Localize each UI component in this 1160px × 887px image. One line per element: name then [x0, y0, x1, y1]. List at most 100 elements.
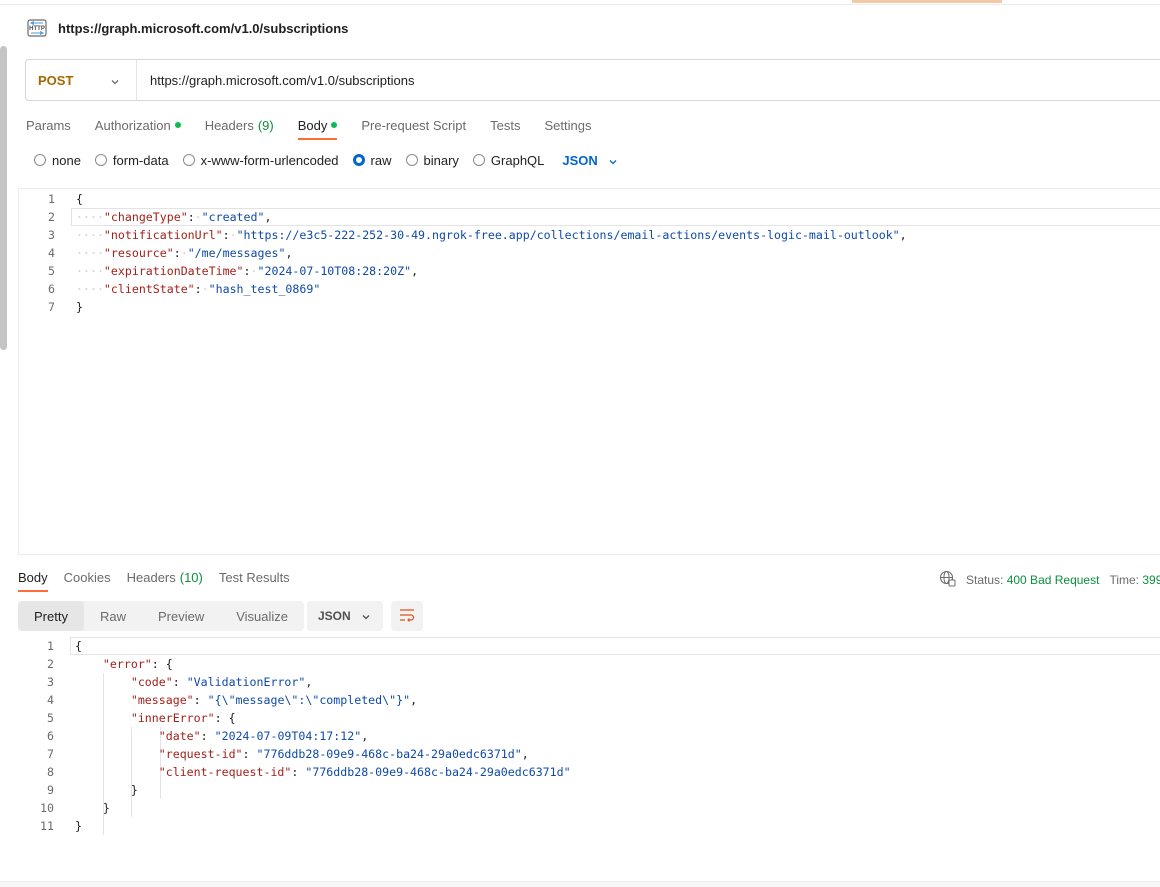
- tab-label: Headers: [126, 569, 176, 585]
- tab-tests[interactable]: Tests: [490, 110, 520, 140]
- code-text: "request-id": "776ddb28-09e9-468c-ba24-2…: [158, 747, 529, 761]
- code-line: 9 }: [18, 781, 138, 799]
- body-format-select[interactable]: JSON: [562, 153, 617, 168]
- tab-headers[interactable]: Headers (9): [205, 110, 274, 140]
- radio-urlencoded[interactable]: x-www-form-urlencoded: [182, 153, 339, 168]
- separator: ,: [411, 264, 419, 278]
- response-view-toggle: Pretty Raw Preview Visualize: [18, 601, 305, 631]
- brace: }: [76, 300, 83, 314]
- tab-label: Body: [18, 569, 48, 585]
- radio-circle: [472, 154, 485, 166]
- tab-label: Test Results: [218, 569, 290, 585]
- tab-params[interactable]: Params: [26, 110, 71, 140]
- tab-settings[interactable]: Settings: [544, 110, 591, 140]
- json-value: "{\"message\":\"completed\"}": [207, 693, 411, 707]
- line-number: 8: [47, 765, 54, 779]
- request-title-bar: HTTP https://graph.microsoft.com/v1.0/su…: [26, 15, 348, 41]
- status-value[interactable]: 400 Bad Request: [1007, 573, 1100, 587]
- radio-label: raw: [370, 152, 392, 168]
- view-visualize-button[interactable]: Visualize: [220, 601, 304, 631]
- line-number: 3: [47, 675, 54, 689]
- radio-circle-checked: [352, 154, 365, 166]
- radio-raw[interactable]: raw: [352, 152, 392, 168]
- radio-circle: [405, 154, 418, 166]
- json-key: "clientState": [103, 282, 195, 296]
- view-preview-button[interactable]: Preview: [142, 601, 220, 631]
- radio-circle: [94, 154, 107, 166]
- json-key: "resource": [103, 246, 174, 260]
- format-label: JSON: [562, 152, 598, 168]
- radio-form-data[interactable]: form-data: [94, 153, 169, 168]
- status-label-text: Status:: [966, 573, 1004, 587]
- method-label: POST: [38, 72, 74, 88]
- tab-prerequest-script[interactable]: Pre-request Script: [361, 110, 466, 140]
- code-text: }: [76, 300, 83, 314]
- tab-label: Params: [26, 117, 71, 133]
- scrollbar[interactable]: [0, 46, 7, 350]
- code-text: "message": "{\"message\":\"completed\"}"…: [130, 693, 418, 707]
- line-number: 2: [47, 657, 54, 671]
- tab-authorization[interactable]: Authorization: [95, 110, 181, 140]
- code-text: "date": "2024-07-09T04:17:12",: [158, 729, 369, 743]
- code-text: ····"changeType":·"created",: [76, 210, 272, 224]
- code-text: "error": {: [102, 657, 173, 671]
- code-line: 7 "request-id": "776ddb28-09e9-468c-ba24…: [18, 745, 529, 763]
- view-raw-button[interactable]: Raw: [84, 601, 142, 631]
- json-key: "changeType": [103, 210, 188, 224]
- wrap-lines-button[interactable]: [391, 601, 423, 631]
- chevron-down-icon: [608, 155, 618, 165]
- response-tab-headers[interactable]: Headers (10): [127, 562, 203, 592]
- code-text: "innerError": {: [130, 711, 236, 725]
- time-value[interactable]: 399: [1142, 573, 1160, 587]
- tab-body[interactable]: Body: [297, 110, 338, 140]
- json-key: "innerError": [130, 711, 215, 725]
- tab-label: Settings: [544, 117, 592, 133]
- response-status-bar: Status: 400 Bad Request Time: 399: [939, 570, 1160, 590]
- code-line: 3 ····"notificationUrl":·"https://e3c5-2…: [19, 226, 907, 244]
- line-number: 1: [47, 639, 54, 653]
- line-number: 6: [47, 729, 54, 743]
- code-text: {: [75, 639, 82, 653]
- brace: {: [76, 192, 83, 206]
- radio-circle: [182, 154, 195, 166]
- code-line: 10 }: [18, 799, 110, 817]
- line-number: 4: [47, 693, 54, 707]
- line-number: 10: [40, 801, 54, 815]
- svg-text:HTTP: HTTP: [29, 26, 45, 32]
- code-text: "client-request-id": "776ddb28-09e9-468c…: [158, 765, 571, 779]
- radio-graphql[interactable]: GraphQL: [472, 153, 544, 168]
- brace: {: [75, 639, 82, 653]
- method-select[interactable]: POST: [26, 60, 137, 100]
- request-body-editor[interactable]: 1 { 2 ····"changeType":·"created", 3 ···…: [18, 188, 1160, 555]
- code-text: "code": "ValidationError",: [130, 675, 313, 689]
- json-value: "/me/messages": [187, 246, 286, 260]
- radio-label: binary: [423, 152, 459, 168]
- response-format-select[interactable]: JSON: [307, 601, 383, 631]
- view-pretty-button[interactable]: Pretty: [18, 601, 84, 631]
- http-icon: HTTP: [26, 17, 48, 39]
- button-label: Preview: [157, 608, 205, 624]
- headers-count: (10): [179, 569, 203, 585]
- response-tab-test-results[interactable]: Test Results: [219, 562, 290, 592]
- request-title[interactable]: https://graph.microsoft.com/v1.0/subscri…: [58, 21, 348, 36]
- json-value: "created": [201, 210, 265, 224]
- response-tab-cookies[interactable]: Cookies: [64, 562, 111, 592]
- button-label: Visualize: [236, 608, 289, 624]
- line-number: 7: [47, 747, 54, 761]
- json-key: "code": [130, 675, 173, 689]
- url-input[interactable]: https://graph.microsoft.com/v1.0/subscri…: [137, 73, 1037, 88]
- response-tab-body[interactable]: Body: [18, 562, 48, 592]
- code-text: ····"expirationDateTime":·"2024-07-10T08…: [76, 264, 419, 278]
- line-number: 2: [48, 210, 55, 224]
- code-text: }: [75, 783, 138, 797]
- globe-icon[interactable]: [939, 570, 956, 590]
- status-dot: [331, 122, 338, 128]
- code-text: ····"clientState":·"hash_test_0869": [76, 282, 321, 296]
- status-label: Status: 400 Bad Request: [966, 573, 1099, 587]
- code-line: 2 "error": {: [18, 655, 173, 673]
- tab-label: Headers: [204, 117, 254, 133]
- response-body-viewer[interactable]: 1 { 2 "error": { 3 "code": "ValidationEr…: [18, 637, 1160, 837]
- radio-binary[interactable]: binary: [405, 152, 459, 168]
- radio-none[interactable]: none: [34, 153, 81, 168]
- json-key: "date": [158, 729, 201, 743]
